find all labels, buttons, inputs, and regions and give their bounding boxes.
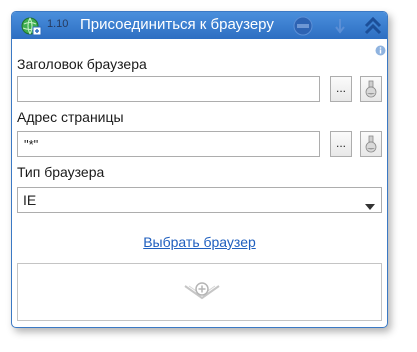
select-browser-link[interactable]: Выбрать браузер <box>12 234 387 250</box>
browser-title-input[interactable] <box>17 76 320 102</box>
add-activity-icon <box>184 280 220 309</box>
record-icon[interactable] <box>292 15 314 37</box>
version-label: 1.10 <box>47 18 69 30</box>
browser-title-label: Заголовок браузера <box>17 56 147 72</box>
collapse-chevrons-icon[interactable] <box>362 15 384 37</box>
browser-title-probe-button[interactable] <box>360 76 382 102</box>
activity-globe-icon <box>20 15 42 37</box>
attach-browser-activity[interactable]: 1.10 Присоединиться к браузеру Заголовок <box>11 11 388 328</box>
activity-drop-zone[interactable] <box>17 263 382 321</box>
page-url-input[interactable]: "*" <box>17 131 320 157</box>
page-url-browse-button[interactable]: ... <box>330 131 352 157</box>
activity-header[interactable]: 1.10 Присоединиться к браузеру <box>12 12 387 39</box>
flask-icon <box>364 80 378 101</box>
activity-title: Присоединиться к браузеру <box>80 16 274 33</box>
arrow-down-icon[interactable] <box>329 15 351 37</box>
info-icon[interactable] <box>375 43 386 56</box>
page-url-label: Адрес страницы <box>17 109 124 125</box>
browser-title-browse-button[interactable]: ... <box>330 76 352 102</box>
page-url-probe-button[interactable] <box>360 131 382 157</box>
browser-type-label: Тип браузера <box>17 164 105 180</box>
flask-icon <box>364 135 378 156</box>
browser-type-select[interactable]: IE <box>17 187 382 213</box>
browser-type-value: IE <box>23 192 37 208</box>
dropdown-arrow-icon <box>365 197 375 213</box>
